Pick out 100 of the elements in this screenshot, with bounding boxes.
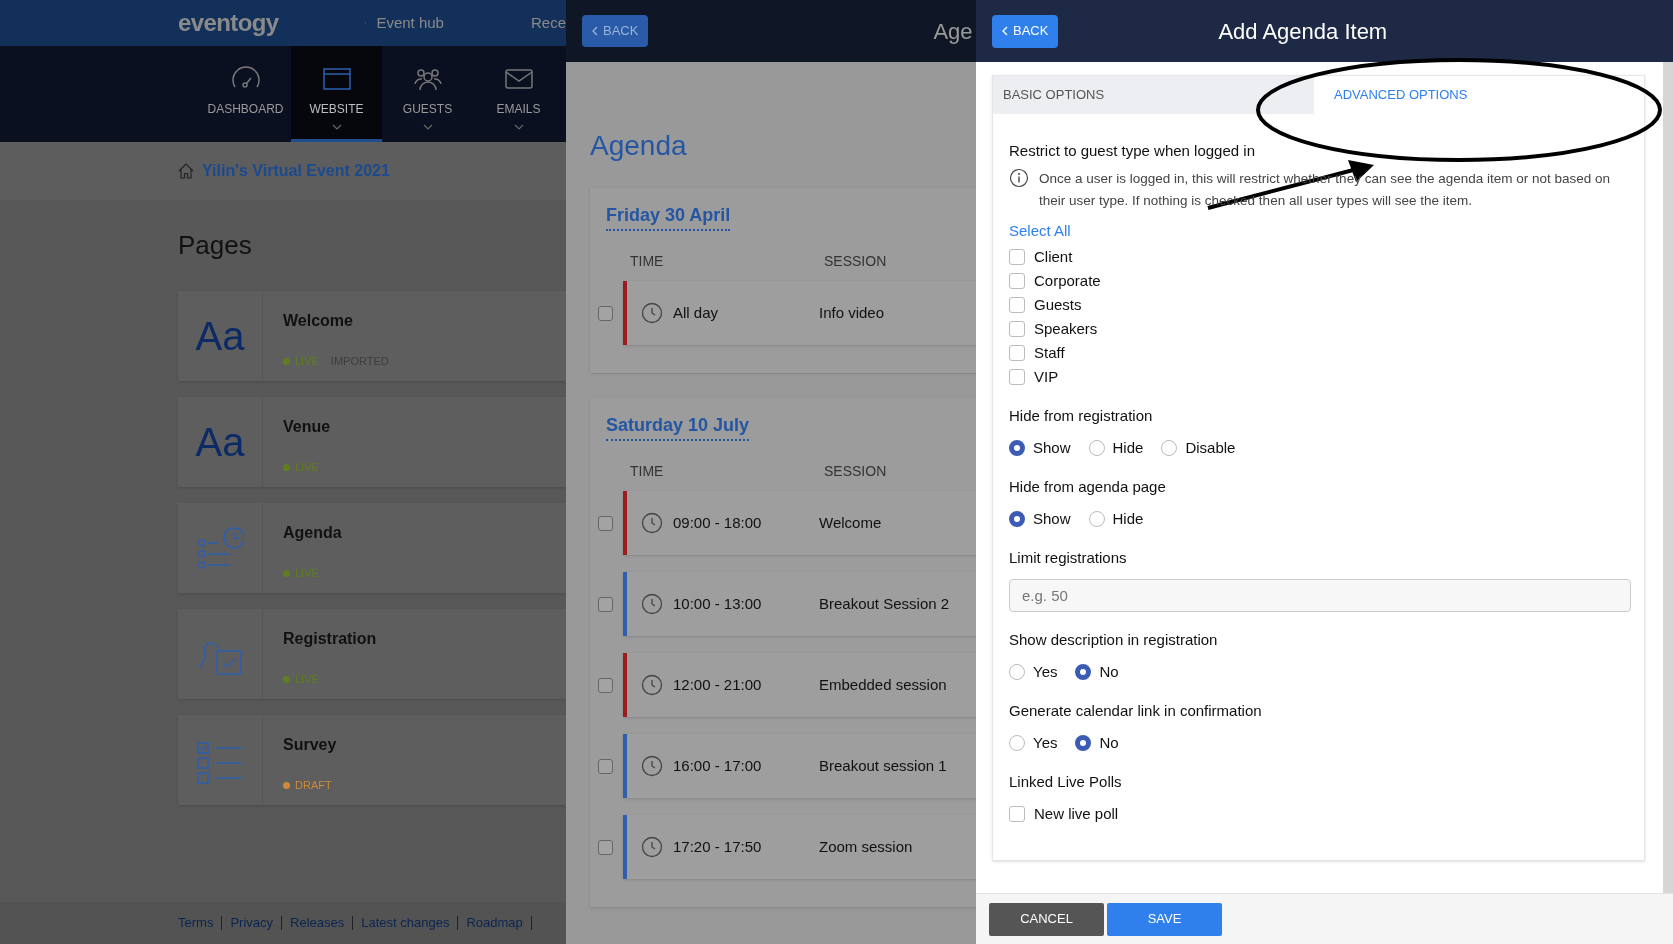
- page-card[interactable]: Aa Venue LIVE: [178, 397, 566, 487]
- cancel-button[interactable]: CANCEL: [989, 902, 1104, 936]
- select-all-link[interactable]: Select All: [1009, 220, 1071, 242]
- radio-button[interactable]: [1009, 511, 1025, 527]
- column-header: TIME: [630, 461, 665, 481]
- checkbox[interactable]: [1009, 369, 1025, 385]
- text-style-icon: Aa: [195, 412, 245, 472]
- nav-link[interactable]: Rece: [530, 11, 566, 35]
- save-button[interactable]: SAVE: [1107, 902, 1222, 936]
- checkbox-label: New live poll: [1034, 803, 1119, 824]
- date-link[interactable]: Friday 30 April: [606, 202, 731, 231]
- nav-tab[interactable]: DASHBOARD: [200, 46, 291, 142]
- radio-button[interactable]: [1075, 735, 1092, 751]
- radio-button[interactable]: [1009, 664, 1025, 680]
- session-row[interactable]: 16:00 - 17:00 Breakout session 1: [623, 734, 976, 798]
- checkbox[interactable]: [1009, 297, 1025, 313]
- section-heading: Restrict to guest type when logged in: [1009, 141, 1256, 161]
- status-label: LIVE: [295, 460, 319, 475]
- people-icon: [412, 66, 443, 92]
- date-link[interactable]: Saturday 10 July: [606, 412, 750, 441]
- page-card[interactable]: Survey DRAFT: [178, 715, 566, 805]
- radio-button[interactable]: [1088, 511, 1105, 527]
- session-row[interactable]: 12:00 - 21:00 Embedded session: [623, 653, 976, 717]
- checkbox[interactable]: [598, 596, 613, 612]
- nav-tab[interactable]: GUESTS: [382, 46, 473, 142]
- radio-label: Show: [1033, 437, 1071, 458]
- column-header: SESSION: [824, 461, 887, 481]
- envelope-icon: [503, 66, 534, 92]
- footer-link[interactable]: Latest changes: [361, 913, 450, 933]
- nav-label: GUESTS: [402, 101, 453, 118]
- time-cell-text: 16:00 - 17:00: [673, 755, 763, 776]
- checkbox-label: VIP: [1034, 366, 1059, 387]
- checkbox[interactable]: [1009, 273, 1025, 289]
- scrollbar[interactable]: [1663, 62, 1673, 893]
- page-name: Welcome: [283, 311, 354, 331]
- clock-icon: [641, 674, 663, 696]
- page-card[interactable]: Agenda LIVE: [178, 503, 566, 593]
- session-row[interactable]: 10:00 - 13:00 Breakout Session 2: [623, 572, 976, 636]
- checkbox[interactable]: [1009, 321, 1025, 337]
- session-row[interactable]: 17:20 - 17:50 Zoom session: [623, 815, 976, 879]
- section-heading: Hide from registration: [1009, 406, 1154, 426]
- nav-tab[interactable]: WEBSITE: [291, 46, 382, 142]
- checkbox-label: Guests: [1034, 294, 1082, 315]
- radio-label: Disable: [1185, 437, 1236, 458]
- input-field[interactable]: e.g. 50: [1009, 579, 1631, 612]
- checkbox[interactable]: [598, 758, 613, 774]
- session-cell-text: Embedded session: [819, 674, 947, 695]
- checkbox-label: Corporate: [1034, 270, 1101, 291]
- radio-button[interactable]: [1009, 440, 1025, 456]
- radio-button[interactable]: [1161, 440, 1178, 456]
- radio-button[interactable]: [1009, 735, 1025, 751]
- nav-tab[interactable]: EMAILS: [473, 46, 564, 142]
- panel-title: Age: [933, 17, 973, 46]
- radio-label: Yes: [1033, 732, 1058, 753]
- session-row[interactable]: All day Info video: [623, 281, 976, 345]
- time-cell-text: 12:00 - 21:00: [673, 674, 763, 695]
- browser-window-icon: [321, 66, 352, 92]
- back-link[interactable]: Event hub: [376, 11, 444, 35]
- footer-link[interactable]: Privacy: [230, 913, 273, 933]
- nav-label: DASHBOARD: [207, 101, 284, 118]
- page-name: Registration: [283, 629, 377, 649]
- status-label: LIVE: [295, 566, 319, 581]
- session-cell-text: Zoom session: [819, 836, 913, 857]
- footer-link[interactable]: Releases: [290, 913, 345, 933]
- page-card[interactable]: Registration LIVE: [178, 609, 566, 699]
- back-button[interactable]: BACK: [992, 14, 1059, 48]
- radio-button[interactable]: [1088, 440, 1105, 456]
- nav-label: EMAILS: [496, 101, 541, 118]
- footer-link[interactable]: Terms: [178, 913, 214, 933]
- status-label: DRAFT: [295, 778, 332, 793]
- clock-icon: [641, 512, 663, 534]
- footer-link[interactable]: Roadmap: [466, 913, 523, 933]
- logo: eventogy: [178, 8, 279, 38]
- column-header: SESSION: [824, 251, 887, 271]
- agenda-title: Agenda: [590, 129, 688, 163]
- checkbox[interactable]: [598, 515, 613, 531]
- tab[interactable]: BASIC OPTIONS: [993, 76, 1314, 114]
- clock-icon: [641, 836, 663, 858]
- back-button[interactable]: BACK: [582, 15, 649, 47]
- section-heading: Linked Live Polls: [1009, 772, 1123, 792]
- radio-label: Hide: [1112, 508, 1144, 529]
- session-cell-text: Breakout session 1: [819, 755, 947, 776]
- session-row[interactable]: 09:00 - 18:00 Welcome: [623, 491, 976, 555]
- radio-label: Show: [1033, 508, 1071, 529]
- checkbox[interactable]: [598, 839, 613, 855]
- chevron-left-icon: [592, 26, 598, 36]
- section-heading: Hide from agenda page: [1009, 477, 1167, 497]
- page-name: Survey: [283, 735, 337, 755]
- checkbox[interactable]: [598, 677, 613, 693]
- info-icon: [1009, 168, 1029, 188]
- checkbox[interactable]: [1009, 345, 1025, 361]
- time-cell-text: All day: [673, 302, 720, 323]
- radio-button[interactable]: [1075, 664, 1092, 680]
- checkbox[interactable]: [1009, 249, 1025, 265]
- session-cell-text: Welcome: [819, 512, 882, 533]
- checkbox-label: Client: [1034, 246, 1073, 267]
- column-header: TIME: [630, 251, 665, 271]
- page-name: Agenda: [283, 523, 342, 543]
- checkbox[interactable]: [1009, 806, 1025, 822]
- checkbox[interactable]: [598, 305, 613, 321]
